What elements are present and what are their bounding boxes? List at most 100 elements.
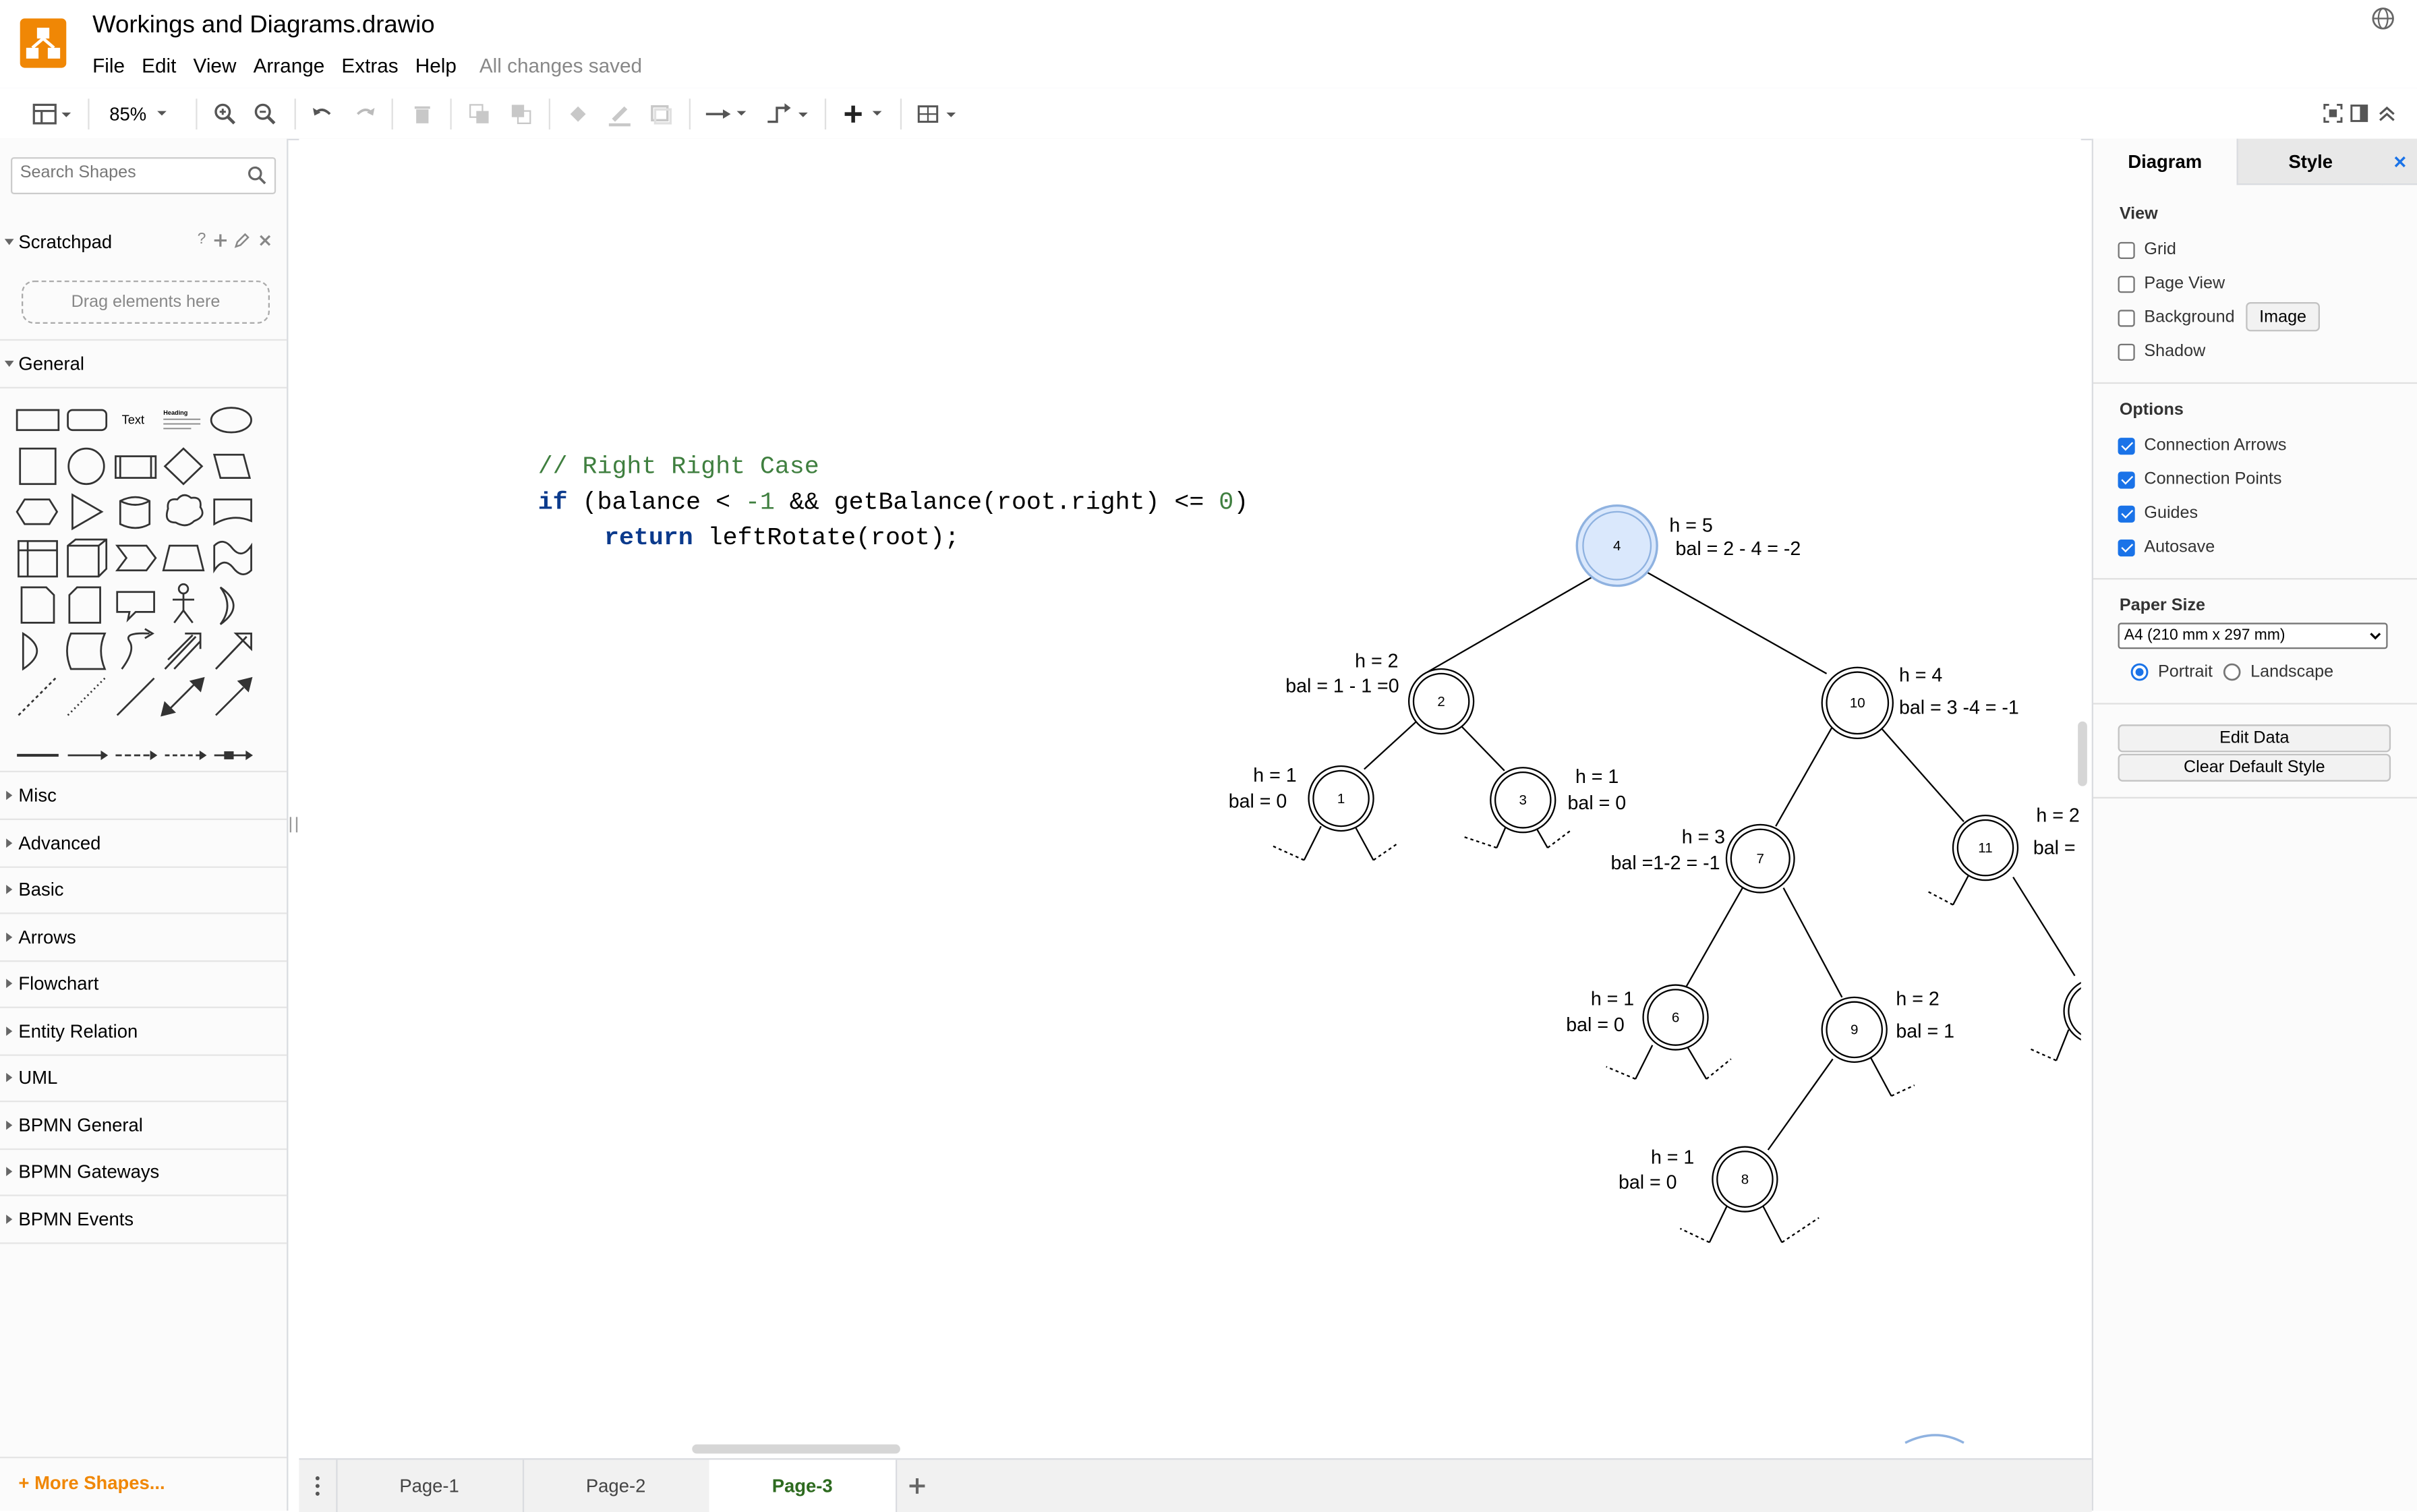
height-label[interactable]: h = 2 xyxy=(2036,805,2079,826)
page-tab-2[interactable]: Page-2 xyxy=(523,1459,711,1512)
guides-option[interactable]: Guides xyxy=(2118,504,2198,523)
collapse-icon[interactable] xyxy=(2374,88,2399,138)
portrait-option[interactable]: Portrait xyxy=(2130,663,2213,681)
scratchpad-help-icon[interactable]: ? xyxy=(198,231,206,248)
section-bpmn-events[interactable]: BPMN Events xyxy=(0,1196,287,1244)
guides-checkbox[interactable] xyxy=(2118,504,2135,522)
paper-size-select[interactable]: A4 (210 mm x 297 mm) xyxy=(2118,622,2388,649)
connection-points-checkbox[interactable] xyxy=(2118,471,2135,488)
tree-edge[interactable] xyxy=(1767,1058,1834,1151)
redo-icon[interactable] xyxy=(350,88,381,138)
connection-points-option[interactable]: Connection Points xyxy=(2118,470,2281,489)
scratchpad-edit-icon[interactable] xyxy=(234,233,250,248)
menu-help[interactable]: Help xyxy=(415,54,457,77)
zoom-out-icon[interactable] xyxy=(250,88,281,138)
document-title[interactable]: Workings and Diagrams.drawio xyxy=(92,12,434,40)
search-input[interactable] xyxy=(20,163,244,182)
scratchpad-header[interactable]: Scratchpad ? xyxy=(0,219,287,266)
background-option[interactable]: Background xyxy=(2118,308,2235,327)
line-color-icon[interactable] xyxy=(604,88,635,138)
menu-edit[interactable]: Edit xyxy=(142,54,176,77)
page-tab-1[interactable]: Page-1 xyxy=(336,1459,525,1512)
landscape-radio[interactable] xyxy=(2223,663,2241,681)
background-checkbox[interactable] xyxy=(2118,309,2135,326)
table-icon[interactable] xyxy=(912,88,962,138)
balance-label[interactable]: bal = 3 -4 = -1 xyxy=(1899,697,2019,718)
grid-option[interactable]: Grid xyxy=(2118,241,2176,259)
scratchpad-dropzone[interactable]: Drag elements here xyxy=(21,280,270,324)
balance-label[interactable]: bal = xyxy=(2033,837,2076,859)
section-arrows[interactable]: Arrows xyxy=(0,914,287,962)
height-label[interactable]: h = 2 xyxy=(1355,651,1398,672)
page-tab-3-active[interactable]: Page-3 xyxy=(709,1459,898,1512)
background-image-button[interactable]: Image xyxy=(2246,301,2320,332)
section-misc[interactable]: Misc xyxy=(0,772,287,820)
balance-label[interactable]: bal = 1 xyxy=(1896,1020,1954,1042)
menu-arrange[interactable]: Arrange xyxy=(254,54,325,77)
menu-extras[interactable]: Extras xyxy=(341,54,398,77)
zoom-dropdown[interactable]: 85% xyxy=(96,88,185,138)
page-view-checkbox[interactable] xyxy=(2118,274,2135,293)
balance-label[interactable]: bal = 1 - 1 =0 xyxy=(1285,675,1399,697)
tab-style[interactable]: Style xyxy=(2236,138,2383,185)
format-toggle-icon[interactable] xyxy=(2346,88,2371,138)
balance-label[interactable]: bal = 0 xyxy=(1619,1171,1677,1193)
balance-label[interactable]: bal = 2 - 4 = -2 xyxy=(1676,538,1801,560)
sidebar-splitter[interactable] xyxy=(289,817,298,833)
section-flowchart[interactable]: Flowchart xyxy=(0,960,287,1008)
section-basic[interactable]: Basic xyxy=(0,867,287,914)
landscape-option[interactable]: Landscape xyxy=(2223,663,2333,681)
section-bpmn-gateways[interactable]: BPMN Gateways xyxy=(0,1148,287,1196)
balance-label[interactable]: bal =1-2 = -1 xyxy=(1611,852,1720,874)
grid-checkbox[interactable] xyxy=(2118,241,2135,258)
general-shapes-palette[interactable]: Text Heading xyxy=(0,385,287,770)
page-menu-icon[interactable] xyxy=(299,1459,338,1512)
fill-color-icon[interactable] xyxy=(562,88,593,138)
tree-edge[interactable] xyxy=(2012,876,2076,977)
height-label[interactable]: h = 2 xyxy=(1896,988,1939,1010)
scratchpad-close-icon[interactable] xyxy=(258,233,273,248)
height-label[interactable]: h = 4 xyxy=(1899,664,1942,686)
fullscreen-icon[interactable] xyxy=(2320,88,2345,138)
section-advanced[interactable]: Advanced xyxy=(0,820,287,868)
insert-icon[interactable] xyxy=(837,88,886,138)
tree-edge[interactable] xyxy=(1646,571,1828,674)
tree-edge[interactable] xyxy=(1775,725,1834,827)
tree-edge[interactable] xyxy=(1364,719,1419,770)
to-back-icon[interactable] xyxy=(506,88,537,138)
drawio-logo-icon[interactable] xyxy=(20,18,67,68)
more-shapes-button[interactable]: + More Shapes... xyxy=(18,1472,165,1494)
tree-edge[interactable] xyxy=(1426,573,1599,673)
general-header[interactable]: General xyxy=(0,341,287,387)
height-label[interactable]: h = 1 xyxy=(1575,766,1619,788)
height-label[interactable]: h = 1 xyxy=(1651,1147,1694,1169)
shadow-option[interactable]: Shadow xyxy=(2118,342,2205,361)
balance-label[interactable]: bal = 0 xyxy=(1229,791,1287,813)
balance-label[interactable]: bal = 0 xyxy=(1566,1014,1625,1036)
menu-view[interactable]: View xyxy=(194,54,237,77)
menu-file[interactable]: File xyxy=(92,54,125,77)
tree-edge[interactable] xyxy=(1685,885,1745,987)
section-bpmn-general[interactable]: BPMN General xyxy=(0,1102,287,1151)
waypoints-icon[interactable] xyxy=(763,88,812,138)
language-globe-icon[interactable] xyxy=(2370,6,2395,38)
balance-label[interactable]: bal = 0 xyxy=(1568,792,1627,814)
horizontal-scrollbar[interactable] xyxy=(692,1444,900,1454)
scratchpad-add-icon[interactable] xyxy=(212,233,228,248)
autosave-checkbox[interactable] xyxy=(2118,538,2135,556)
undo-icon[interactable] xyxy=(307,88,338,138)
autosave-option[interactable]: Autosave xyxy=(2118,538,2215,556)
diagram-canvas[interactable]: // Right Right Case if (balance < -1 && … xyxy=(299,138,2087,1454)
tab-diagram[interactable]: Diagram xyxy=(2093,138,2237,183)
tree-edge[interactable] xyxy=(1881,728,1964,823)
to-front-icon[interactable] xyxy=(464,88,495,138)
clear-default-style-button[interactable]: Clear Default Style xyxy=(2118,753,2391,782)
height-label[interactable]: h = 3 xyxy=(1682,826,1725,848)
vertical-scrollbar[interactable] xyxy=(2078,721,2087,786)
zoom-in-icon[interactable] xyxy=(210,88,241,138)
shadow-icon[interactable] xyxy=(646,88,677,138)
delete-icon[interactable] xyxy=(407,88,438,138)
page-view-option[interactable]: Page View xyxy=(2118,274,2225,293)
portrait-radio[interactable] xyxy=(2130,663,2149,681)
connection-icon[interactable] xyxy=(701,88,751,138)
